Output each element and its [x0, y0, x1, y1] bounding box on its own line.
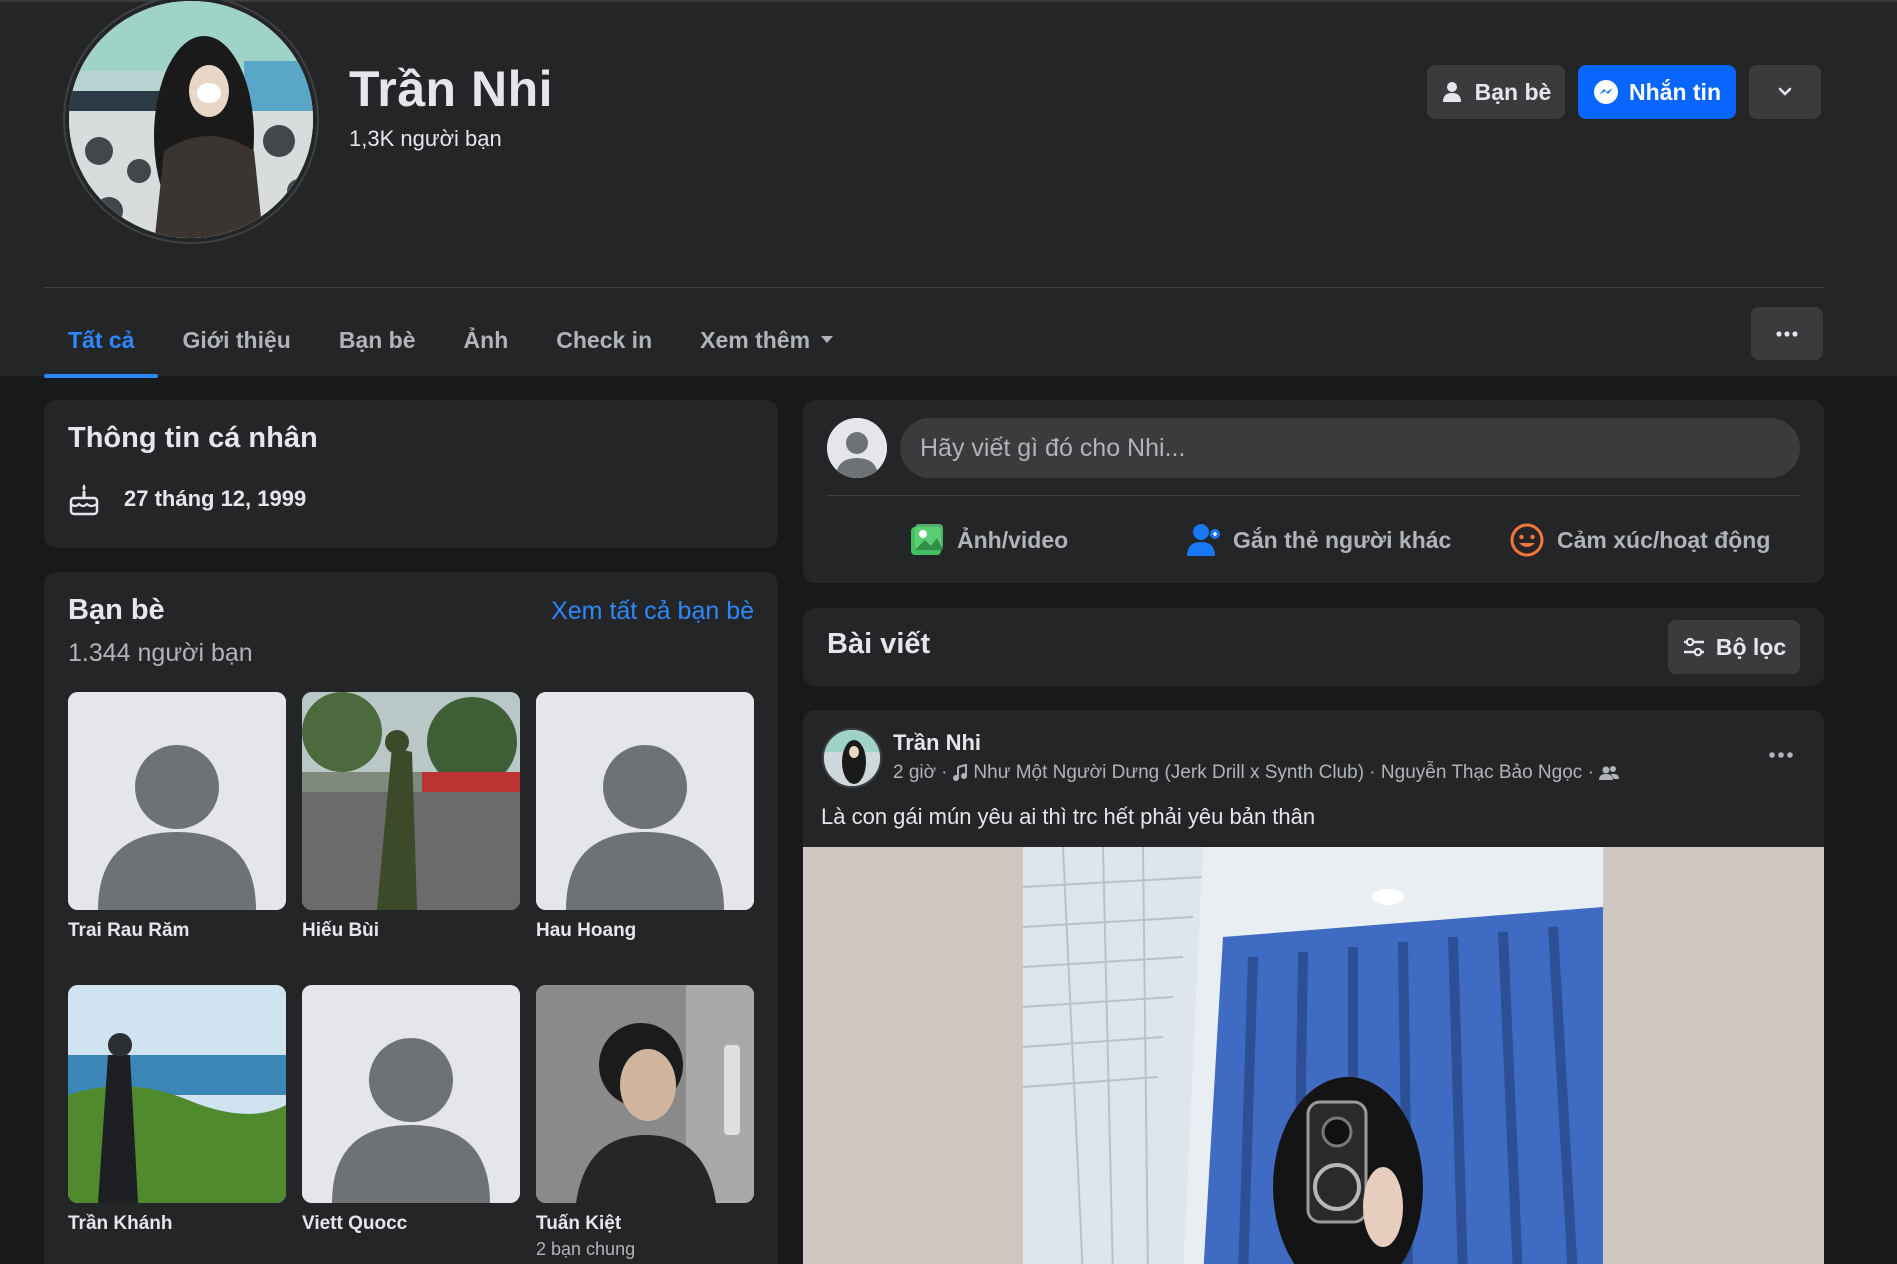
post-time[interactable]: 2 giờ: [893, 762, 936, 784]
friend-card[interactable]: Hau Hoang: [536, 692, 754, 942]
friend-photo[interactable]: [302, 985, 520, 1203]
friend-name[interactable]: Hau Hoang: [536, 920, 754, 942]
messenger-icon: [1594, 80, 1618, 104]
filter-icon: [1683, 637, 1704, 657]
tab-all[interactable]: Tất cả: [44, 302, 159, 378]
more-dots-icon: [1776, 330, 1798, 337]
friends-button-label: Bạn bè: [1474, 78, 1552, 105]
tabs-more-options-button[interactable]: [1751, 307, 1823, 360]
profile-name: Trần Nhi: [349, 61, 554, 117]
friend-card[interactable]: Trai Rau Răm: [68, 692, 286, 942]
caret-down-icon: [821, 336, 834, 343]
friends-status-button[interactable]: Bạn bè: [1427, 65, 1565, 119]
profile-header: Trần Nhi 1,3K người bạn Bạn bè Nhắn tin …: [0, 0, 1897, 378]
friends-card: Bạn bè 1.344 người bạn Xem tất cả bạn bè…: [44, 572, 778, 1264]
friend-photo[interactable]: [68, 692, 286, 910]
chevron-down-icon: [1778, 87, 1792, 96]
composer-divider: [827, 495, 1800, 496]
feeling-icon: [1510, 523, 1544, 557]
intro-title: Thông tin cá nhân: [68, 422, 318, 454]
feeling-activity-button[interactable]: Cảm xúc/hoạt động: [1509, 512, 1770, 568]
photo-video-button[interactable]: Ảnh/video: [909, 512, 1068, 568]
friend-photo[interactable]: [536, 985, 754, 1203]
tag-people-button[interactable]: Gắn thẻ người khác: [1185, 512, 1451, 568]
mutual-friends[interactable]: 2 bạn chung: [536, 1239, 754, 1260]
post-card: Trần Nhi 2 giờ · Như Một Người Dưng (Jer…: [803, 710, 1824, 1264]
message-button[interactable]: Nhắn tin: [1578, 65, 1736, 119]
post-author-name[interactable]: Trần Nhi: [893, 730, 981, 756]
friend-check-icon: [1442, 82, 1461, 102]
friend-card[interactable]: Viett Quocc: [302, 985, 520, 1235]
friend-card[interactable]: Hiếu Bùi: [302, 692, 520, 942]
tab-about[interactable]: Giới thiệu: [158, 302, 314, 378]
profile-avatar[interactable]: [65, 0, 317, 242]
more-dots-icon: [1769, 752, 1793, 758]
post-music[interactable]: Như Một Người Dưng (Jerk Drill x Synth C…: [973, 762, 1593, 784]
profile-tabs: Tất cả Giới thiệu Bạn bè Ảnh Check in Xe…: [44, 302, 858, 378]
posts-title: Bài viết: [827, 628, 931, 660]
post-composer: Hãy viết gì đó cho Nhi... Ảnh/video Gắn …: [803, 400, 1824, 583]
profile-options-button[interactable]: [1749, 65, 1821, 119]
composer-avatar[interactable]: [827, 418, 887, 478]
music-note-icon: [953, 764, 968, 781]
filter-button[interactable]: Bộ lọc: [1668, 620, 1800, 674]
tab-photos[interactable]: Ảnh: [440, 302, 533, 378]
friends-icon: [1598, 766, 1619, 780]
friend-name[interactable]: Tuấn Kiệt: [536, 1213, 754, 1235]
friends-count: 1.344 người bạn: [68, 639, 253, 667]
birthday-text: 27 tháng 12, 1999: [124, 486, 307, 511]
friend-name[interactable]: Hiếu Bùi: [302, 920, 520, 942]
birthday-row: 27 tháng 12, 1999: [68, 482, 306, 516]
friend-photo[interactable]: [536, 692, 754, 910]
profile-friends-count[interactable]: 1,3K người bạn: [349, 126, 502, 152]
message-button-label: Nhắn tin: [1629, 78, 1721, 105]
friend-photo[interactable]: [68, 985, 286, 1203]
post-media[interactable]: [803, 847, 1824, 1264]
post-options-button[interactable]: [1768, 746, 1794, 764]
friend-card[interactable]: Trần Khánh: [68, 985, 286, 1235]
tab-checkin[interactable]: Check in: [532, 302, 676, 378]
posts-header: Bài viết Bộ lọc: [803, 608, 1824, 686]
header-divider: [44, 287, 1824, 288]
tag-people-icon: [1187, 524, 1220, 556]
tab-more[interactable]: Xem thêm: [676, 302, 858, 378]
post-text: Là con gái mún yêu ai thì trc hết phải y…: [821, 804, 1316, 829]
birthday-cake-icon: [69, 484, 99, 516]
see-all-friends-link[interactable]: Xem tất cả bạn bè: [551, 597, 754, 626]
photo-video-icon: [911, 524, 943, 555]
friend-name[interactable]: Viett Quocc: [302, 1213, 520, 1235]
post-meta: 2 giờ · Như Một Người Dưng (Jerk Drill x…: [893, 762, 1619, 784]
intro-card: Thông tin cá nhân 27 tháng 12, 1999: [44, 400, 778, 548]
friends-title: Bạn bè: [68, 594, 165, 626]
friend-card[interactable]: Tuấn Kiệt 2 bạn chung: [536, 985, 754, 1260]
friend-photo[interactable]: [302, 692, 520, 910]
post-author-avatar[interactable]: [822, 728, 882, 788]
friend-name[interactable]: Trai Rau Răm: [68, 920, 286, 942]
tab-friends[interactable]: Bạn bè: [315, 302, 440, 378]
composer-input[interactable]: Hãy viết gì đó cho Nhi...: [900, 418, 1800, 478]
friend-name[interactable]: Trần Khánh: [68, 1213, 286, 1235]
